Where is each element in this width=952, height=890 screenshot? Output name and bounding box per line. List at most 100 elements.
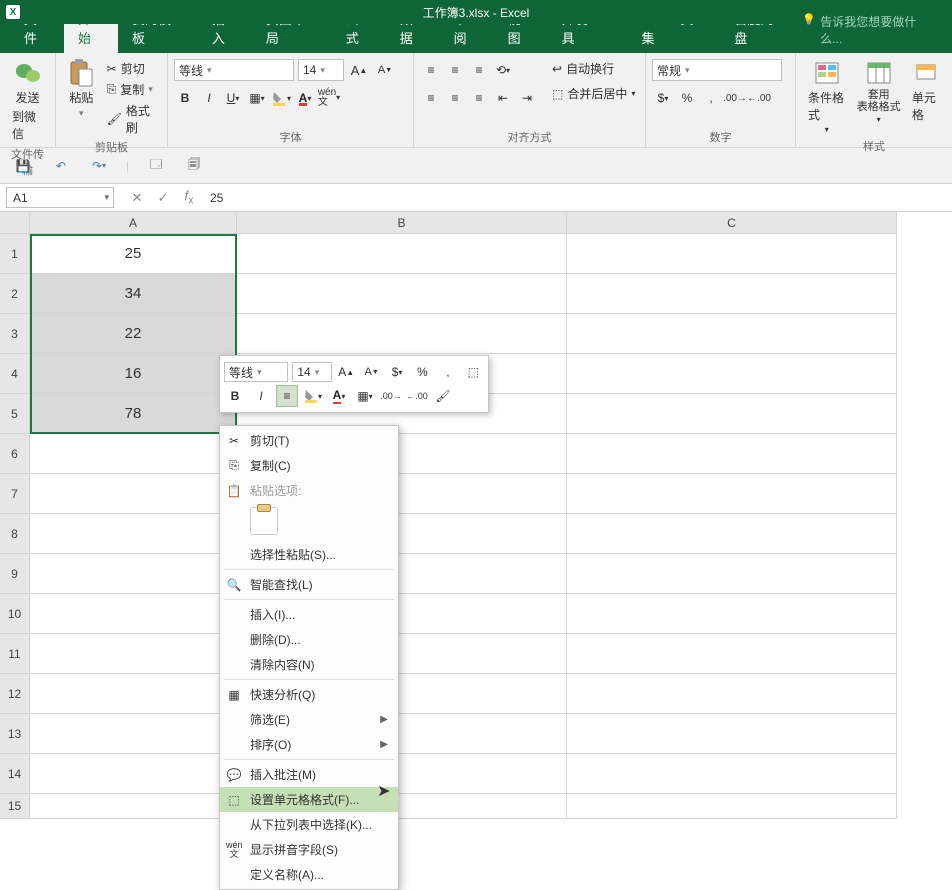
align-middle-button[interactable]: ≡ xyxy=(444,59,466,81)
cm-clear[interactable]: 清除内容(N) xyxy=(220,652,398,677)
cm-format-cells[interactable]: ⬚设置单元格格式(F)... xyxy=(220,787,398,812)
copy-button[interactable]: ⎘ 复制 ▾ xyxy=(105,80,161,99)
cm-dropdown-pick[interactable]: 从下拉列表中选择(K)... xyxy=(220,812,398,837)
cm-smart-lookup[interactable]: 🔍智能查找(L) xyxy=(220,572,398,597)
align-left-button[interactable]: ≡ xyxy=(420,87,442,109)
row-header-15[interactable]: 15 xyxy=(0,794,30,819)
mini-bold[interactable]: B xyxy=(224,385,246,407)
comma-button[interactable]: , xyxy=(700,87,722,109)
cm-delete[interactable]: 删除(D)... xyxy=(220,627,398,652)
underline-button[interactable]: U▾ xyxy=(222,87,244,109)
cell-c9[interactable] xyxy=(567,554,897,594)
cut-button[interactable]: ✂ 剪切 xyxy=(105,59,161,78)
cell-c13[interactable] xyxy=(567,714,897,754)
cell-c1[interactable] xyxy=(567,234,897,274)
mini-increase-font[interactable]: A▲ xyxy=(336,361,357,383)
cell-a10[interactable] xyxy=(30,594,237,634)
col-header-b[interactable]: B xyxy=(237,212,567,234)
merge-center-button[interactable]: ⬚ 合并后居中 ▾ xyxy=(550,84,637,103)
cm-define-name[interactable]: 定义名称(A)... xyxy=(220,862,398,887)
decrease-indent-button[interactable]: ⇤ xyxy=(492,87,514,109)
mini-italic[interactable]: I xyxy=(250,385,272,407)
mini-percent[interactable]: % xyxy=(412,361,433,383)
row-header-10[interactable]: 10 xyxy=(0,594,30,634)
cell-c3[interactable] xyxy=(567,314,897,354)
border-button[interactable]: ▦▾ xyxy=(246,87,268,109)
align-top-button[interactable]: ≡ xyxy=(420,59,442,81)
cell-b3[interactable] xyxy=(237,314,567,354)
row-header-12[interactable]: 12 xyxy=(0,674,30,714)
save-button[interactable]: 💾 xyxy=(12,155,34,177)
row-header-13[interactable]: 13 xyxy=(0,714,30,754)
bold-button[interactable]: B xyxy=(174,87,196,109)
cell-b1[interactable] xyxy=(237,234,567,274)
conditional-formatting-button[interactable]: 条件格式▾ xyxy=(802,57,852,136)
cell-a14[interactable] xyxy=(30,754,237,794)
row-header-6[interactable]: 6 xyxy=(0,434,30,474)
row-header-2[interactable]: 2 xyxy=(0,274,30,314)
cell-a1[interactable]: 25 xyxy=(30,234,237,274)
cell-c4[interactable] xyxy=(567,354,897,394)
cell-b2[interactable] xyxy=(237,274,567,314)
decrease-decimal-button[interactable]: ←.00 xyxy=(748,87,770,109)
cell-a9[interactable] xyxy=(30,554,237,594)
cm-insert-comment[interactable]: 💬插入批注(M) xyxy=(220,762,398,787)
percent-button[interactable]: % xyxy=(676,87,698,109)
cell-a4[interactable]: 16 xyxy=(30,354,237,394)
cm-copy[interactable]: ⎘复制(C) xyxy=(220,453,398,478)
tell-me-box[interactable]: 告诉我您想要做什么... xyxy=(800,7,952,53)
increase-font-button[interactable]: A▲ xyxy=(348,59,370,81)
cell-c14[interactable] xyxy=(567,754,897,794)
cm-insert[interactable]: 插入(I)... xyxy=(220,602,398,627)
cell-c7[interactable] xyxy=(567,474,897,514)
cell-a6[interactable] xyxy=(30,434,237,474)
number-format-combo[interactable]: 常规▾ xyxy=(652,59,782,81)
cell-c11[interactable] xyxy=(567,634,897,674)
align-bottom-button[interactable]: ≡ xyxy=(468,59,490,81)
cell-a2[interactable]: 34 xyxy=(30,274,237,314)
row-header-4[interactable]: 4 xyxy=(0,354,30,394)
row-header-3[interactable]: 3 xyxy=(0,314,30,354)
col-header-c[interactable]: C xyxy=(567,212,897,234)
mini-border[interactable]: ▦▾ xyxy=(354,385,376,407)
mini-fill-color[interactable]: ▾ xyxy=(302,385,324,407)
font-size-combo[interactable]: 14▾ xyxy=(298,59,344,81)
cm-paste-special[interactable]: 选择性粘贴(S)... xyxy=(220,542,398,567)
undo-button[interactable]: ↶ xyxy=(50,155,72,177)
mini-currency[interactable]: $▾ xyxy=(386,361,407,383)
cancel-formula-button[interactable]: ✕ xyxy=(124,190,150,206)
cell-a12[interactable] xyxy=(30,674,237,714)
row-header-11[interactable]: 11 xyxy=(0,634,30,674)
cm-sort[interactable]: 排序(O)▶ xyxy=(220,732,398,757)
cell-a3[interactable]: 22 xyxy=(30,314,237,354)
cell-a13[interactable] xyxy=(30,714,237,754)
font-color-button[interactable]: A▾ xyxy=(294,87,316,109)
cell-styles-button[interactable]: 单元格 xyxy=(906,57,946,125)
paste-option-icon[interactable] xyxy=(250,507,278,535)
cell-a5[interactable]: 78 xyxy=(30,394,237,434)
cm-cut[interactable]: ✂剪切(T) xyxy=(220,428,398,453)
mini-font-combo[interactable]: 等线▾ xyxy=(224,362,288,382)
wrap-text-button[interactable]: ↩ 自动换行 xyxy=(550,59,637,78)
col-header-a[interactable]: A xyxy=(30,212,237,234)
orientation-button[interactable]: ⟲▾ xyxy=(492,59,514,81)
currency-button[interactable]: $▾ xyxy=(652,87,674,109)
redo-button[interactable]: ↷ ▾ xyxy=(88,155,110,177)
mini-format-cells-icon[interactable]: ⬚ xyxy=(463,361,484,383)
cm-pinyin[interactable]: wén文显示拼音字段(S) xyxy=(220,837,398,862)
align-center-button[interactable]: ≡ xyxy=(444,87,466,109)
row-header-9[interactable]: 9 xyxy=(0,554,30,594)
mini-decrease-font[interactable]: A▼ xyxy=(361,361,382,383)
cell-c5[interactable] xyxy=(567,394,897,434)
send-to-wechat-button[interactable]: 发送 到微信 xyxy=(6,57,49,144)
select-all-corner[interactable] xyxy=(0,212,30,234)
increase-indent-button[interactable]: ⇥ xyxy=(516,87,538,109)
mini-font-color[interactable]: A▾ xyxy=(328,385,350,407)
paste-button[interactable]: 粘贴 ▾ xyxy=(62,57,101,121)
cell-c8[interactable] xyxy=(567,514,897,554)
qat-btn2[interactable]: 🗐 xyxy=(183,155,205,177)
accept-formula-button[interactable]: ✓ xyxy=(150,190,176,206)
cell-a15[interactable] xyxy=(30,794,237,819)
format-painter-button[interactable]: 🖌 格式刷 xyxy=(105,101,161,137)
cell-a7[interactable] xyxy=(30,474,237,514)
